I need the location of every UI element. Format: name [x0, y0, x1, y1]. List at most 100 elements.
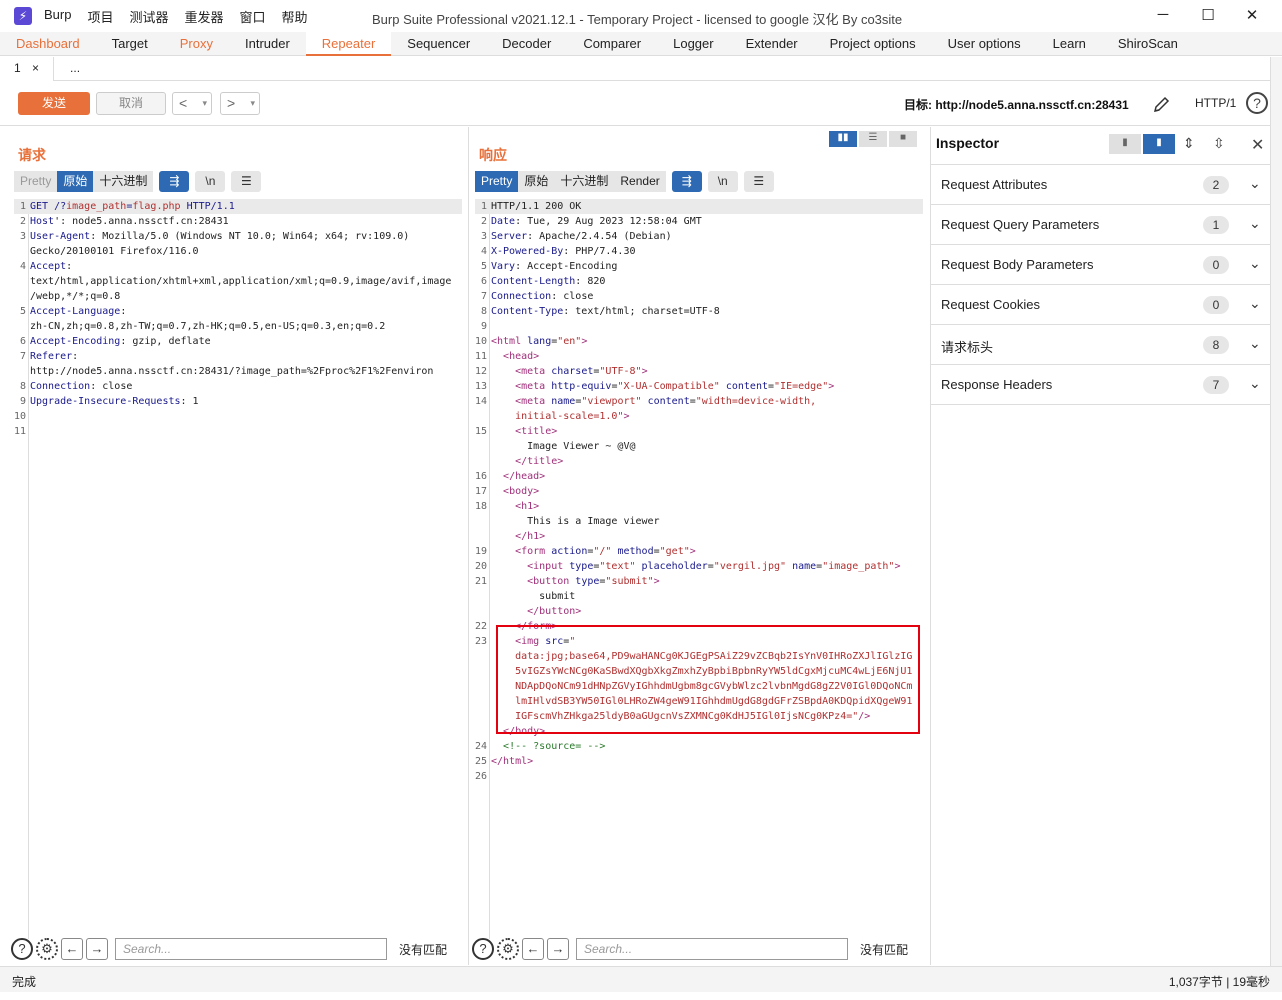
minimize-icon[interactable]: ─ [1148, 6, 1178, 26]
request-search-input[interactable]: Search... [115, 938, 387, 960]
status-text: 完成 [12, 975, 37, 989]
next-match-arrow-icon[interactable]: → [86, 938, 108, 960]
inspector-section[interactable]: Request Body Parameters 0 ⌄ [931, 245, 1271, 285]
next-match-arrow-icon[interactable]: → [547, 938, 569, 960]
request-view-bar: Pretty 原始 十六进制 ⇶ \n ☰ [14, 171, 262, 192]
close-window-icon[interactable]: ✕ [1237, 6, 1267, 26]
line-text: Date: Tue, 29 Aug 2023 12:58:04 GMT [491, 214, 702, 229]
chevron-down-icon[interactable]: ⌄ [1249, 175, 1261, 192]
menu-item[interactable]: 项目 [87, 7, 113, 26]
response-code-line: This is a Image viewer [475, 514, 923, 529]
response-menu-icon[interactable]: ☰ [743, 171, 774, 192]
tab-target[interactable]: Target [96, 32, 164, 56]
request-editor[interactable]: 1 GET /?image_path=flag.php HTTP/1.1 2 Host… [14, 199, 462, 439]
tab-repeater[interactable]: Repeater [305, 32, 392, 56]
request-view-1[interactable]: 原始 [57, 171, 94, 192]
inspector-expanded-icon[interactable]: ▮ [1143, 134, 1175, 154]
code-token: initial-scale=1.0" [515, 411, 624, 422]
inspector-section-count: 7 [1203, 376, 1229, 394]
cancel-button[interactable]: 取消 [96, 92, 166, 115]
response-view-1[interactable]: 原始 [518, 171, 555, 192]
tab-learn[interactable]: Learn [1037, 32, 1102, 56]
tab-intruder[interactable]: Intruder [229, 32, 306, 56]
response-code-line: 20 <input type="text" placeholder="vergi… [475, 559, 923, 574]
tab-extender[interactable]: Extender [730, 32, 814, 56]
line-text: </title> [491, 454, 563, 469]
tab-comparer[interactable]: Comparer [567, 32, 657, 56]
menu-item[interactable]: Burp [44, 7, 71, 26]
line-text: submit [491, 589, 575, 604]
response-view-0[interactable]: Pretty [475, 171, 519, 192]
chevron-down-icon[interactable]: ⌄ [1249, 255, 1261, 272]
code-token: > [894, 561, 901, 572]
gear-icon[interactable]: ⚙ [497, 938, 519, 960]
previous-match-arrow-icon[interactable]: ← [61, 938, 83, 960]
response-wrap-lines-icon[interactable]: ⇶ [671, 171, 702, 192]
tab-project-options[interactable]: Project options [814, 32, 932, 56]
layout-tabs-icon[interactable]: ■ [889, 131, 917, 147]
maximize-icon[interactable]: ☐ [1193, 6, 1223, 26]
layout-side-by-side-icon[interactable]: ▮▮ [829, 131, 857, 147]
request-menu-icon[interactable]: ☰ [231, 171, 262, 192]
inspector-section[interactable]: Response Headers 7 ⌄ [931, 365, 1271, 405]
expand-all-icon[interactable]: ⇕ [1183, 135, 1195, 152]
inspector-section[interactable]: Request Attributes 2 ⌄ [931, 165, 1271, 205]
line-number: 6 [480, 276, 487, 287]
code-token: type [563, 561, 594, 572]
menu-item[interactable]: 测试器 [129, 7, 168, 26]
chevron-down-icon[interactable]: ⌄ [1249, 375, 1261, 392]
help-icon[interactable]: ? [11, 938, 33, 960]
menu-bar: Burp 项目 测试器 重发器 窗口 帮助 [44, 7, 324, 26]
chevron-down-icon[interactable]: ⌄ [1249, 295, 1261, 312]
help-icon[interactable]: ? [1246, 92, 1268, 114]
new-tab-button[interactable]: ... [54, 57, 96, 81]
response-view-2[interactable]: 十六进制 [554, 171, 615, 192]
request-code-line: 6 Accept-Encoding: gzip, deflate [14, 334, 462, 349]
gear-icon[interactable]: ⚙ [36, 938, 58, 960]
tab-logger[interactable]: Logger [657, 32, 729, 56]
code-token: Referer [30, 351, 73, 362]
help-icon[interactable]: ? [472, 938, 494, 960]
request-title: 请求 [18, 147, 46, 163]
send-button[interactable]: 发送 [18, 92, 90, 115]
menu-item[interactable]: 窗口 [240, 7, 266, 26]
chevron-down-icon[interactable]: ⌄ [1249, 215, 1261, 232]
chevron-down-icon[interactable]: ⌄ [1249, 335, 1261, 352]
response-search-input[interactable]: Search... [576, 938, 848, 960]
menu-item[interactable]: 帮助 [282, 7, 308, 26]
menu-item[interactable]: 重发器 [185, 7, 224, 26]
code-token: "text" [599, 561, 636, 572]
previous-match-arrow-icon[interactable]: ← [522, 938, 544, 960]
close-inspector-icon[interactable]: ✕ [1251, 135, 1264, 155]
request-wrap-lines-icon[interactable]: ⇶ [159, 171, 190, 192]
tab-sequencer[interactable]: Sequencer [391, 32, 486, 56]
history-back-button[interactable]: < ▾ [172, 92, 212, 115]
history-forward-button[interactable]: > ▾ [220, 92, 260, 115]
code-token: : [66, 261, 73, 272]
inspector-section[interactable]: 请求标头 8 ⌄ [931, 325, 1271, 365]
inspector-section[interactable]: Request Query Parameters 1 ⌄ [931, 205, 1271, 245]
inspector-section[interactable]: Request Cookies 0 ⌄ [931, 285, 1271, 325]
request-view-2[interactable]: 十六进制 [93, 171, 154, 192]
http-version-label[interactable]: HTTP/1 [1195, 96, 1236, 110]
response-view-3[interactable]: Render [614, 171, 666, 192]
line-number: 15 [475, 426, 488, 437]
collapse-all-icon[interactable]: ⇳ [1213, 135, 1225, 152]
tab-proxy[interactable]: Proxy [164, 32, 229, 56]
repeater-tab-1[interactable]: 1 × [0, 57, 55, 81]
close-tab-icon[interactable]: × [32, 61, 39, 75]
code-token: name [545, 396, 576, 407]
line-text: This is a Image viewer [491, 514, 659, 529]
response-newline-icon[interactable]: \n [707, 171, 738, 192]
edit-target-pencil-icon[interactable] [1152, 94, 1172, 114]
layout-stacked-icon[interactable]: ☰ [859, 131, 887, 147]
inspector-collapsed-icon[interactable]: ▮ [1109, 134, 1141, 154]
request-view-0[interactable]: Pretty [14, 171, 58, 192]
tab-decoder[interactable]: Decoder [486, 32, 567, 56]
tab-dashboard[interactable]: Dashboard [0, 32, 96, 56]
request-newline-icon[interactable]: \n [195, 171, 226, 192]
tab-user-options[interactable]: User options [932, 32, 1037, 56]
tab-shiroscan[interactable]: ShiroScan [1102, 32, 1194, 56]
code-token: <button [527, 576, 570, 587]
line-number: 10 [14, 411, 27, 422]
